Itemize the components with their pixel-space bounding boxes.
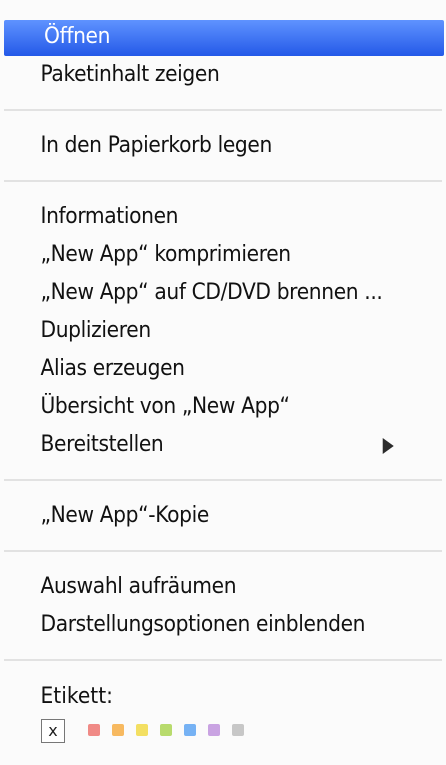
menu-item-compress[interactable]: „New App“ komprimieren xyxy=(0,236,410,274)
menu-item-open[interactable]: Öffnen xyxy=(4,20,444,56)
label-color-green[interactable] xyxy=(160,724,172,736)
menu-item-label: Bereitstellen xyxy=(40,432,164,457)
menu-separator xyxy=(4,109,442,111)
menu-item-move-to-trash[interactable]: In den Papierkorb legen xyxy=(0,127,410,165)
context-menu: Öffnen Paketinhalt zeigen In den Papierk… xyxy=(0,0,446,765)
menu-item-show-view-options[interactable]: Darstellungsoptionen einblenden xyxy=(0,606,410,644)
menu-item-label: Öffnen xyxy=(44,24,111,49)
menu-item-make-alias[interactable]: Alias erzeugen xyxy=(0,350,410,388)
label-section-title: Etikett: xyxy=(40,684,113,709)
menu-item-burn-to-disc[interactable]: „New App“ auf CD/DVD brennen ... xyxy=(0,274,410,312)
label-color-yellow[interactable] xyxy=(136,724,148,736)
menu-separator xyxy=(4,550,442,552)
menu-item-share[interactable]: Bereitstellen xyxy=(0,426,410,464)
menu-item-clean-up-selection[interactable]: Auswahl aufräumen xyxy=(0,568,410,606)
menu-item-copy[interactable]: „New App“-Kopie xyxy=(0,497,410,535)
submenu-arrow-icon xyxy=(382,438,394,454)
menu-item-show-package-contents[interactable]: Paketinhalt zeigen xyxy=(0,56,410,94)
menu-item-quick-look[interactable]: Übersicht von „New App“ xyxy=(0,388,410,426)
label-color-orange[interactable] xyxy=(112,724,124,736)
menu-item-duplicate[interactable]: Duplizieren xyxy=(0,312,410,350)
label-color-purple[interactable] xyxy=(208,724,220,736)
menu-separator xyxy=(4,659,442,661)
menu-separator xyxy=(4,479,442,481)
label-color-blue[interactable] xyxy=(184,724,196,736)
menu-separator xyxy=(4,180,442,182)
label-color-picker: x xyxy=(41,717,446,757)
label-color-gray[interactable] xyxy=(232,724,244,736)
clear-label-button[interactable]: x xyxy=(41,719,65,743)
label-color-red[interactable] xyxy=(88,724,100,736)
menu-item-get-info[interactable]: Informationen xyxy=(0,198,410,236)
